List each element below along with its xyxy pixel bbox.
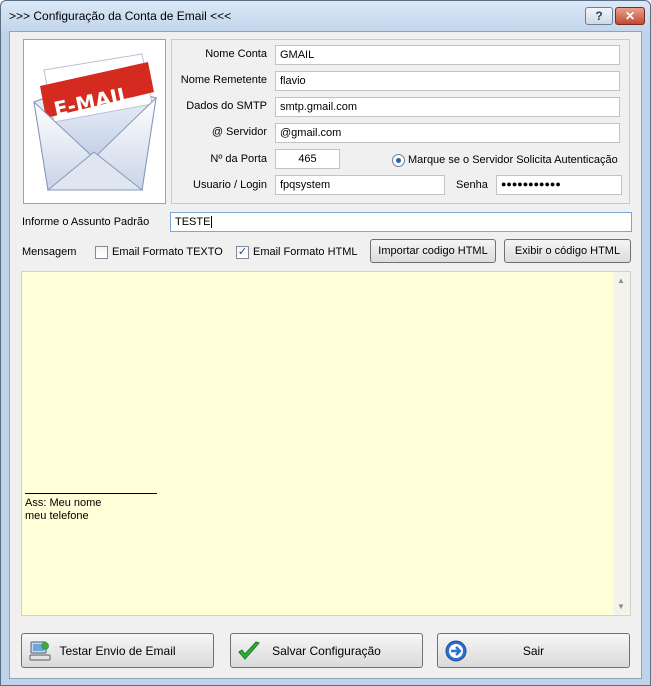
subject-value: TESTE (175, 216, 211, 228)
test-email-button[interactable]: Testar Envio de Email (21, 633, 214, 668)
servidor-field[interactable]: @gmail.com (275, 123, 620, 143)
title-bar[interactable]: >>> Configuração da Conta de Email <<< ?… (1, 1, 650, 31)
scroll-down-icon[interactable]: ▼ (617, 602, 625, 611)
senha-label: Senha (456, 179, 488, 191)
signature-line-1: Ass: Meu nome (25, 497, 102, 509)
nome-remetente-label: Nome Remetente (180, 74, 267, 86)
html-checkbox-label[interactable]: Email Formato HTML (253, 246, 358, 258)
senha-field[interactable]: ●●●●●●●●●●● (496, 175, 622, 195)
smtp-field[interactable]: smtp.gmail.com (275, 97, 620, 117)
nome-conta-label: Nome Conta (205, 48, 267, 60)
html-checkbox[interactable]: ✓ (236, 246, 249, 259)
signature-divider (25, 493, 157, 494)
save-config-button[interactable]: Salvar Configuração (230, 633, 423, 668)
auth-radio[interactable] (392, 154, 405, 167)
close-button[interactable]: ✕ (615, 7, 645, 25)
message-editor[interactable]: Ass: Meu nome meu telefone ▲ ▼ (21, 271, 631, 616)
exit-button[interactable]: Sair (437, 633, 630, 668)
subject-label: Informe o Assunto Padrão (22, 216, 150, 228)
usuario-field[interactable]: fpqsystem (275, 175, 445, 195)
save-config-label: Salvar Configuração (272, 644, 381, 658)
exit-label: Sair (522, 644, 545, 658)
porta-field[interactable]: 465 (275, 149, 340, 169)
porta-label: Nº da Porta (210, 153, 267, 165)
dialog-window: >>> Configuração da Conta de Email <<< ?… (0, 0, 651, 686)
auth-label[interactable]: Marque se o Servidor Solicita Autenticaç… (408, 154, 618, 166)
subject-field[interactable]: TESTE (170, 212, 632, 232)
editor-scrollbar[interactable]: ▲ ▼ (613, 272, 630, 615)
envelope-icon: E-MAIL (33, 53, 157, 191)
texto-checkbox-label[interactable]: Email Formato TEXTO (112, 246, 223, 258)
nome-conta-field[interactable]: GMAIL (275, 45, 620, 65)
dialog-client-area: E-MAIL Nome Conta GMAIL Nome Remetente f… (9, 31, 642, 679)
window-title: >>> Configuração da Conta de Email <<< (9, 9, 232, 23)
texto-checkbox[interactable] (95, 246, 108, 259)
smtp-label: Dados do SMTP (186, 100, 267, 112)
scroll-up-icon[interactable]: ▲ (617, 276, 625, 285)
message-label: Mensagem (22, 246, 77, 258)
help-button[interactable]: ? (585, 7, 613, 25)
servidor-label: @ Servidor (211, 126, 267, 138)
usuario-label: Usuario / Login (193, 179, 267, 191)
signature-line-2: meu telefone (25, 510, 89, 522)
test-email-label: Testar Envio de Email (59, 644, 176, 658)
import-html-button[interactable]: Importar codigo HTML (370, 239, 496, 263)
show-html-button[interactable]: Exibir o código HTML (504, 239, 631, 263)
nome-remetente-field[interactable]: flavio (275, 71, 620, 91)
email-logo: E-MAIL (23, 39, 166, 204)
text-caret (211, 216, 213, 228)
